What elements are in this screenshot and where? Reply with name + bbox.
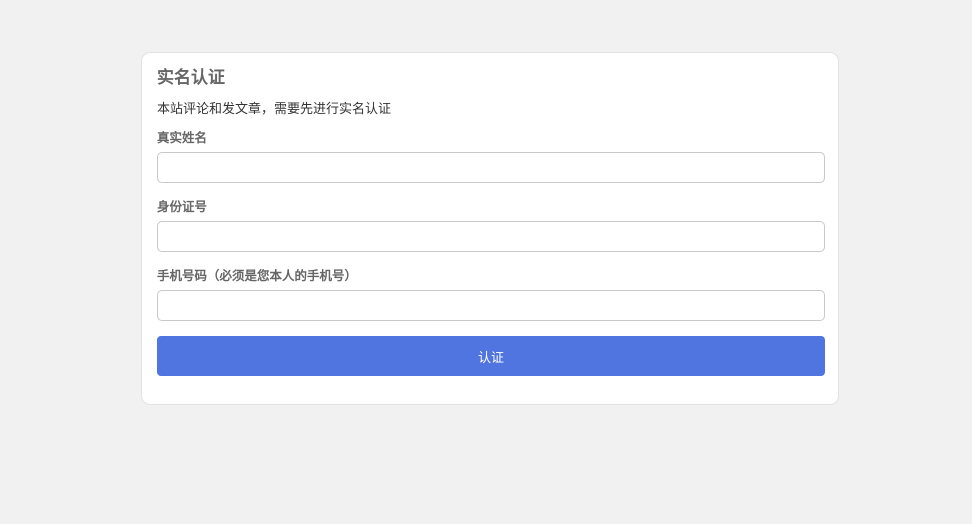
id-number-label: 身份证号: [157, 199, 208, 214]
verify-button[interactable]: 认证: [157, 336, 825, 376]
form-description: 本站评论和发文章，需要先进行实名认证: [157, 102, 392, 117]
form-title: 实名认证: [157, 68, 225, 88]
page: 实名认证 本站评论和发文章，需要先进行实名认证 真实姓名 身份证号 手机号码（必…: [0, 0, 972, 524]
phone-number-label: 手机号码（必须是您本人的手机号）: [157, 268, 358, 283]
real-name-label: 真实姓名: [157, 130, 208, 145]
id-number-input[interactable]: [157, 221, 825, 252]
verification-card: 实名认证 本站评论和发文章，需要先进行实名认证 真实姓名 身份证号 手机号码（必…: [141, 52, 839, 405]
real-name-input[interactable]: [157, 152, 825, 183]
phone-number-input[interactable]: [157, 290, 825, 321]
